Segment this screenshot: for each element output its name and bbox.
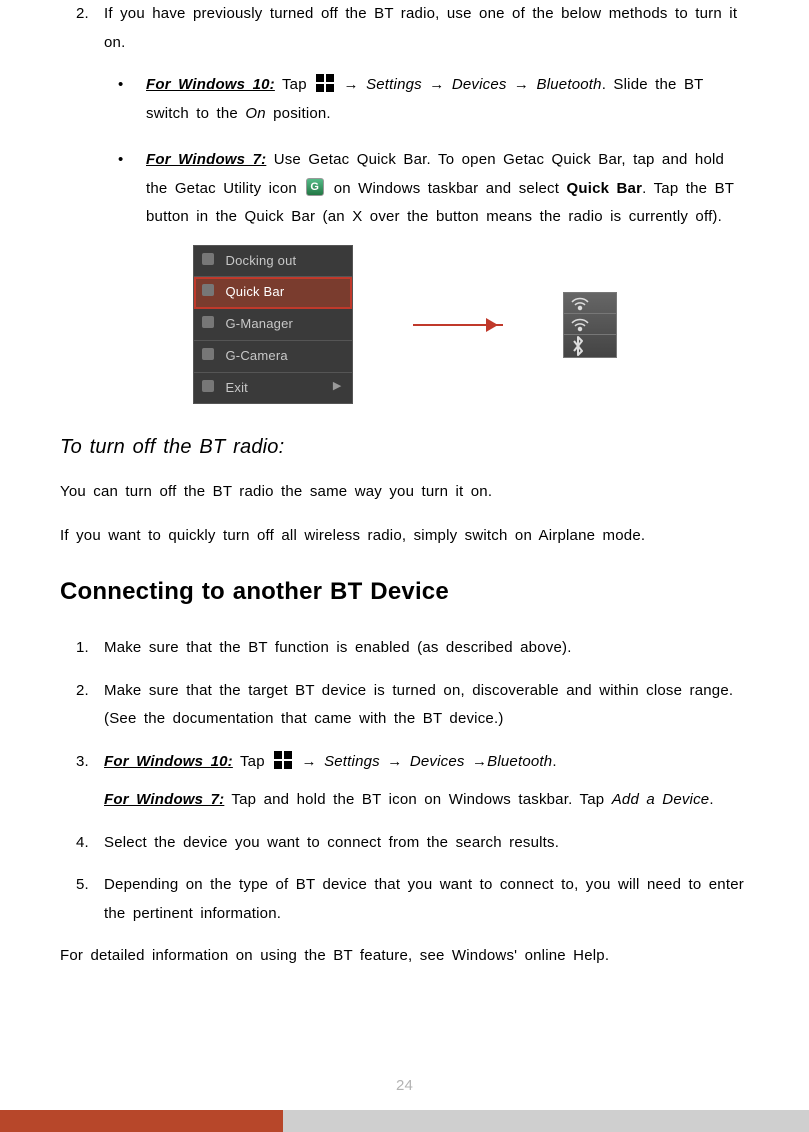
bluetooth-label: Bluetooth <box>537 76 602 93</box>
step-5: 5. Depending on the type of BT device th… <box>76 871 749 928</box>
windows-start-icon <box>274 751 292 769</box>
quick-bar-label: Quick Bar <box>566 180 642 197</box>
arrow-icon: → <box>380 753 410 770</box>
bullet-icon: • <box>118 146 146 232</box>
windows-start-icon <box>316 74 334 92</box>
getac-utility-icon <box>306 178 324 196</box>
devices-label: Devices <box>410 753 472 770</box>
text: . <box>709 791 713 808</box>
step-1: 1. Make sure that the BT function is ena… <box>76 634 749 663</box>
menu-item-docking-out: Docking out <box>194 246 352 278</box>
bullet-body: For Windows 10: Tap → Settings → Devices… <box>146 71 749 128</box>
settings-label: Settings <box>324 753 380 770</box>
arrow-icon: → <box>422 76 452 93</box>
footer-gray <box>283 1110 809 1132</box>
arrow-icon: → <box>507 76 537 93</box>
text: Tap and hold the BT icon on Windows task… <box>224 791 611 808</box>
win10-label: For Windows 10: <box>104 753 233 770</box>
step-number: 5. <box>76 871 104 928</box>
bluetooth-label: Bluetooth <box>487 753 552 770</box>
turn-off-heading: To turn off the BT radio: <box>60 428 749 466</box>
quick-bar-illustration: Docking out Quick Bar G-Manager G-Camera… <box>60 250 749 400</box>
arrow-icon: → <box>336 76 366 93</box>
step-text: Select the device you want to connect fr… <box>104 829 749 858</box>
red-arrow-icon <box>413 324 503 326</box>
on-label: On <box>245 105 265 122</box>
bullet-win10: • For Windows 10: Tap → Settings → Devic… <box>118 71 749 128</box>
bullet-body: For Windows 7: Use Getac Quick Bar. To o… <box>146 146 749 232</box>
footer-red <box>0 1110 283 1132</box>
step-2: 2. If you have previously turned off the… <box>76 0 749 57</box>
bullet-icon: • <box>118 71 146 128</box>
menu-item-exit: Exit <box>194 373 352 404</box>
paragraph: If you want to quickly turn off all wire… <box>60 522 749 551</box>
wifi-icon <box>564 314 616 335</box>
step-text: Make sure that the BT function is enable… <box>104 634 749 663</box>
bullet-win7: • For Windows 7: Use Getac Quick Bar. To… <box>118 146 749 232</box>
step-4: 4. Select the device you want to connect… <box>76 829 749 858</box>
step-text: If you have previously turned off the BT… <box>104 0 749 57</box>
footer-bar <box>0 1110 809 1132</box>
step-number: 3. <box>76 748 104 815</box>
step-number: 4. <box>76 829 104 858</box>
settings-label: Settings <box>366 76 422 93</box>
wifi-icon <box>564 293 616 314</box>
connecting-heading: Connecting to another BT Device <box>60 569 749 615</box>
bluetooth-icon <box>564 335 616 357</box>
win7-label: For Windows 7: <box>146 151 266 168</box>
step-number: 2. <box>76 0 104 57</box>
text: Tap <box>275 76 314 93</box>
arrow-icon: → <box>472 753 487 770</box>
win10-label: For Windows 10: <box>146 76 275 93</box>
text: position. <box>266 105 331 122</box>
step-body: For Windows 10: Tap → Settings → Devices… <box>104 748 749 815</box>
paragraph: For detailed information on using the BT… <box>60 942 749 971</box>
paragraph: You can turn off the BT radio the same w… <box>60 478 749 507</box>
arrow-icon: → <box>294 753 324 770</box>
step-text: Make sure that the target BT device is t… <box>104 677 749 734</box>
quick-bar-panel <box>563 292 617 358</box>
menu-item-g-camera: G-Camera <box>194 341 352 373</box>
win7-label: For Windows 7: <box>104 791 224 808</box>
step-3: 3. For Windows 10: Tap → Settings → Devi… <box>76 748 749 815</box>
page-number: 24 <box>0 1072 809 1101</box>
menu-item-g-manager: G-Manager <box>194 309 352 341</box>
add-device-label: Add a Device <box>612 791 710 808</box>
step-text: Depending on the type of BT device that … <box>104 871 749 928</box>
text: . <box>552 753 556 770</box>
step-number: 2. <box>76 677 104 734</box>
text: Tap <box>233 753 272 770</box>
text: on Windows taskbar and select <box>326 180 566 197</box>
menu-item-quick-bar: Quick Bar <box>194 277 352 309</box>
step-number: 1. <box>76 634 104 663</box>
devices-label: Devices <box>452 76 507 93</box>
step-2: 2. Make sure that the target BT device i… <box>76 677 749 734</box>
context-menu: Docking out Quick Bar G-Manager G-Camera… <box>193 245 353 404</box>
